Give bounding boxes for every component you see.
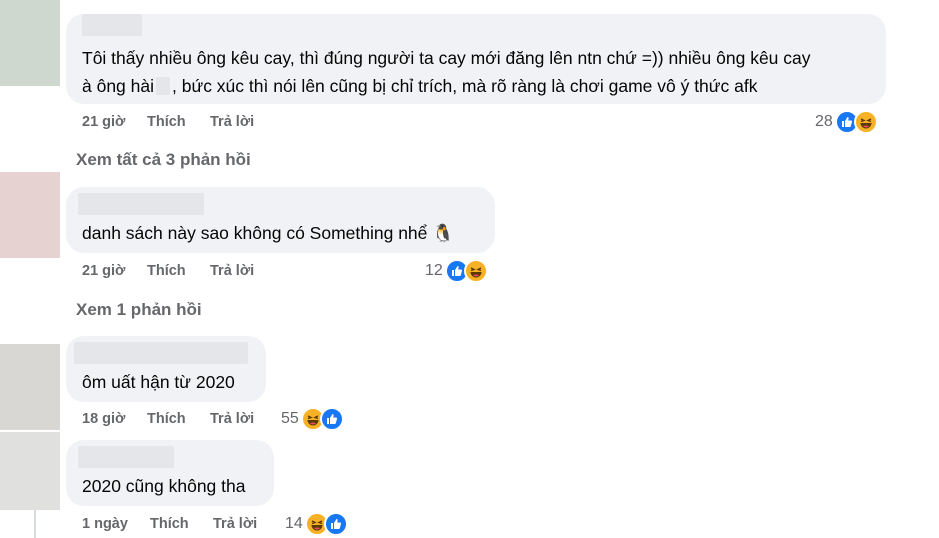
view-replies-link[interactable]: Xem tất cả 3 phản hồi xyxy=(76,150,251,170)
reactions[interactable]: 55 xyxy=(281,407,344,431)
haha-icon xyxy=(853,110,878,134)
comment-text: 2020 cũng không tha xyxy=(82,476,246,496)
like-button[interactable]: Thích xyxy=(150,516,189,532)
comment: Tôi thấy nhiều ông kêu cay, thì đúng ngư… xyxy=(66,14,886,104)
thread-line xyxy=(34,510,36,538)
reaction-count: 55 xyxy=(281,410,299,427)
commenter-name[interactable] xyxy=(78,446,174,468)
comment-bubble: Tôi thấy nhiều ông kêu cay, thì đúng ngư… xyxy=(66,14,886,104)
avatar[interactable] xyxy=(0,432,60,510)
comment: 2020 cũng không tha xyxy=(66,440,274,506)
comment-text: Tôi thấy nhiều ông kêu cay, thì đúng ngư… xyxy=(82,48,811,96)
like-button[interactable]: Thích xyxy=(147,263,186,279)
comment-bubble: danh sách này sao không có Something nhể… xyxy=(66,187,495,253)
avatar[interactable] xyxy=(0,344,60,430)
comment-bubble: 2020 cũng không tha xyxy=(66,440,274,506)
comment-time[interactable]: 18 giờ xyxy=(82,411,125,427)
comment-time[interactable]: 21 giờ xyxy=(82,263,125,279)
commenter-name[interactable] xyxy=(78,193,204,215)
comment: danh sách này sao không có Something nhể… xyxy=(66,187,495,253)
comment-time[interactable]: 21 giờ xyxy=(82,114,125,130)
reaction-count: 14 xyxy=(285,515,303,532)
reactions[interactable]: 12 xyxy=(425,259,488,283)
like-icon xyxy=(323,512,348,536)
comment-time[interactable]: 1 ngày xyxy=(82,516,128,532)
reaction-count: 28 xyxy=(815,113,833,130)
commenter-name[interactable] xyxy=(74,342,248,364)
reactions[interactable]: 14 xyxy=(285,512,348,536)
like-icon xyxy=(319,407,344,431)
redacted-name xyxy=(156,77,171,95)
commenter-name[interactable] xyxy=(82,14,142,36)
comment-text: ôm uất hận từ 2020 xyxy=(82,372,235,392)
reply-button[interactable]: Trả lời xyxy=(210,411,254,427)
reply-button[interactable]: Trả lời xyxy=(210,114,254,130)
like-button[interactable]: Thích xyxy=(147,411,186,427)
reaction-count: 12 xyxy=(425,262,443,279)
reply-button[interactable]: Trả lời xyxy=(210,263,254,279)
like-button[interactable]: Thích xyxy=(147,114,186,130)
comment: ôm uất hận từ 2020 xyxy=(66,336,266,402)
reactions[interactable]: 28 xyxy=(815,110,878,134)
view-replies-link[interactable]: Xem 1 phản hồi xyxy=(76,300,202,320)
comment-bubble: ôm uất hận từ 2020 xyxy=(66,336,266,402)
comment-text: danh sách này sao không có Something nhể… xyxy=(82,223,455,243)
avatar[interactable] xyxy=(0,0,60,86)
haha-icon xyxy=(463,259,488,283)
reply-button[interactable]: Trả lời xyxy=(213,516,257,532)
avatar[interactable] xyxy=(0,172,60,258)
comments-thread: Tôi thấy nhiều ông kêu cay, thì đúng ngư… xyxy=(0,0,939,538)
